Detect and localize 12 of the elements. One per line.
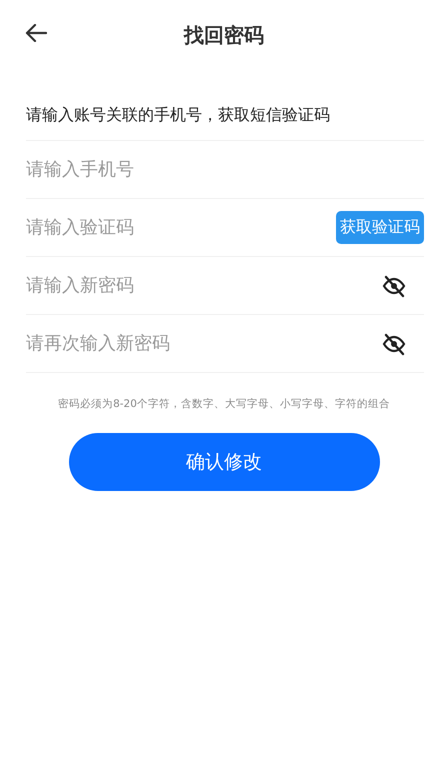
password-field[interactable]: 请再次输入新密码 [26, 326, 382, 362]
page-title: 找回密码 [184, 22, 264, 48]
code-field[interactable]: 请输入验证码 [26, 210, 336, 246]
eye-slash-icon[interactable] [382, 274, 406, 298]
confirm-button[interactable]: 确认修改 [68, 433, 380, 491]
password-field[interactable]: 请输入新密码 [26, 268, 382, 304]
password-rule-text: 密码必须为8-20个字符，含数字、大写字母、小写字母、字符的组合 [57, 397, 391, 411]
eye-slash-icon[interactable] [382, 332, 406, 356]
instruction-text: 请输入账号关联的手机号，获取短信验证码 [26, 105, 424, 141]
phone-field[interactable]: 请输入手机号 [26, 152, 424, 188]
back-arrow-icon[interactable] [25, 24, 47, 42]
get-code-button[interactable]: 获取验证码 [336, 211, 424, 244]
